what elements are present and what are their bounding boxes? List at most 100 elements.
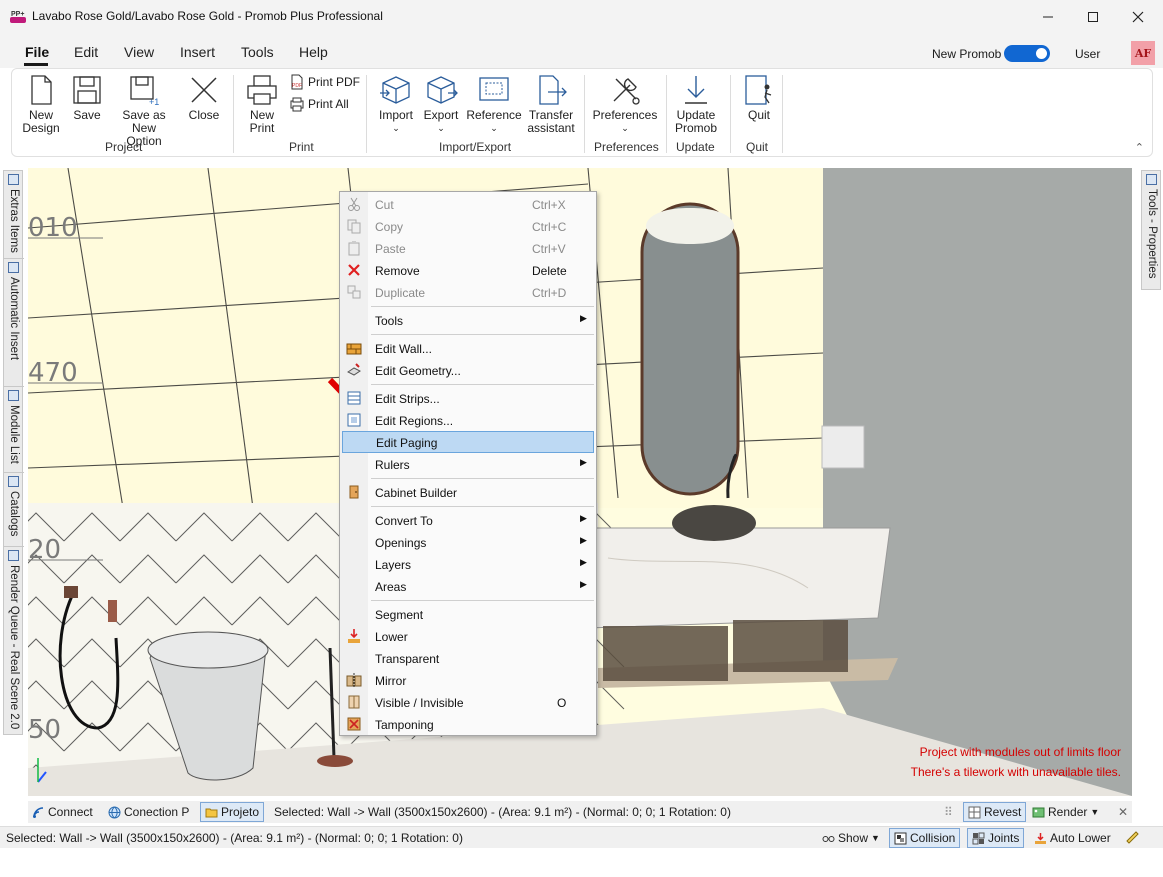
new-design-button[interactable]: New Design xyxy=(22,73,60,135)
submenu-arrow-icon: ▶ xyxy=(580,579,587,589)
menu-item-visible-invisible[interactable]: Visible / Invisible O xyxy=(342,691,594,713)
user-label[interactable]: User xyxy=(1075,47,1100,61)
title-bar: PP+ Lavabo Rose Gold/Lavabo Rose Gold - … xyxy=(0,0,1163,34)
mirror-icon xyxy=(346,673,362,687)
maximize-button[interactable] xyxy=(1070,0,1116,34)
menu-item-tools[interactable]: Tools ▶ xyxy=(342,309,594,331)
menu-insert[interactable]: Insert xyxy=(180,44,215,60)
tab-tools-properties[interactable]: Tools - Properties xyxy=(1142,171,1162,289)
transfer-assistant-label: Transfer assistant xyxy=(527,108,575,135)
import-button[interactable]: Import ⌄ xyxy=(375,73,417,135)
catalogs-icon xyxy=(8,476,19,487)
menu-item-remove[interactable]: Remove Delete xyxy=(342,259,594,281)
menu-item-edit-wall[interactable]: Edit Wall... xyxy=(342,337,594,359)
group-label-update: Update xyxy=(676,140,715,154)
menu-item-label: Segment xyxy=(375,608,424,622)
tab-module-list[interactable]: Module List xyxy=(4,387,24,473)
menu-item-duplicate[interactable]: Duplicate Ctrl+D xyxy=(342,281,594,303)
menu-edit[interactable]: Edit xyxy=(74,44,98,60)
tab-label: Catalogs xyxy=(8,491,20,537)
menu-item-edit-strips[interactable]: Edit Strips... xyxy=(342,387,594,409)
tab-automatic-insert[interactable]: Automatic Insert xyxy=(4,259,24,387)
menu-separator xyxy=(371,334,594,335)
transfer-assistant-button[interactable]: Transfer assistant xyxy=(525,73,577,135)
update-promob-button[interactable]: Update Promob xyxy=(672,73,720,135)
menu-item-edit-geometry[interactable]: Edit Geometry... xyxy=(342,359,594,381)
menu-item-cut[interactable]: Cut Ctrl+X xyxy=(342,193,594,215)
projeto-button[interactable]: Projeto xyxy=(200,802,265,822)
collapse-ribbon-icon[interactable]: ⌃ xyxy=(1135,141,1144,154)
preferences-dropdown-icon: ⌄ xyxy=(621,123,629,133)
print-all-button[interactable]: Print All xyxy=(289,96,349,112)
menu-item-layers[interactable]: Layers ▶ xyxy=(342,553,594,575)
menu-item-transparent[interactable]: Transparent xyxy=(342,647,594,669)
joints-toggle[interactable]: Joints xyxy=(967,828,1025,848)
new-promob-toggle[interactable] xyxy=(1004,45,1050,62)
preferences-button[interactable]: Preferences ⌄ xyxy=(592,73,658,135)
export-button[interactable]: Export ⌄ xyxy=(420,73,462,135)
auto-lower-label: Auto Lower xyxy=(1050,831,1111,845)
avatar[interactable]: AF xyxy=(1131,41,1155,65)
conection-p-button[interactable]: Conection P xyxy=(108,805,189,819)
group-divider xyxy=(584,75,585,153)
selection-info: Selected: Wall -> Wall (3500x150x2600) -… xyxy=(6,831,463,845)
menu-item-convert-to[interactable]: Convert To ▶ xyxy=(342,509,594,531)
module-list-icon xyxy=(8,390,19,401)
connect-icon xyxy=(33,806,44,818)
group-divider xyxy=(666,75,667,153)
collision-label: Collision xyxy=(910,831,956,845)
menu-item-edit-regions[interactable]: Edit Regions... xyxy=(342,409,594,431)
menu-item-edit-paging[interactable]: Edit Paging xyxy=(342,431,594,453)
submenu-arrow-icon: ▶ xyxy=(580,313,587,323)
menu-help[interactable]: Help xyxy=(299,44,328,60)
menu-item-paste[interactable]: Paste Ctrl+V xyxy=(342,237,594,259)
menu-view[interactable]: View xyxy=(124,44,154,60)
main-status-bar: Selected: Wall -> Wall (3500x150x2600) -… xyxy=(0,826,1163,848)
menu-item-mirror[interactable]: Mirror xyxy=(342,669,594,691)
print-all-label: Print All xyxy=(308,97,349,111)
close-panel-icon[interactable]: ✕ xyxy=(1118,805,1128,819)
menu-file[interactable]: File xyxy=(25,44,49,60)
show-button[interactable]: Show ▼ xyxy=(822,831,880,845)
measure-tool-button[interactable] xyxy=(1126,831,1139,844)
menu-tools[interactable]: Tools xyxy=(241,44,274,60)
revest-button[interactable]: Revest xyxy=(963,802,1027,822)
tab-catalogs[interactable]: Catalogs xyxy=(4,473,24,547)
group-divider xyxy=(782,75,783,153)
save-as-new-option-button[interactable]: +1 Save as New Option xyxy=(109,73,179,148)
render-button[interactable]: Render ▼ xyxy=(1032,805,1099,819)
menu-item-areas[interactable]: Areas ▶ xyxy=(342,575,594,597)
render-dropdown-icon[interactable]: ▼ xyxy=(1090,807,1099,817)
automatic-insert-icon xyxy=(8,262,19,273)
menu-item-copy[interactable]: Copy Ctrl+C xyxy=(342,215,594,237)
cabinet-icon xyxy=(349,485,359,499)
menu-item-cabinet-builder[interactable]: Cabinet Builder xyxy=(342,481,594,503)
menu-item-tamponing[interactable]: Tamponing xyxy=(342,713,594,735)
tab-render-queue[interactable]: Render Queue - Real Scene 2.0 xyxy=(4,547,24,734)
auto-lower-toggle[interactable]: Auto Lower xyxy=(1034,831,1111,845)
print-all-icon xyxy=(290,97,304,112)
menu-item-label: Edit Regions... xyxy=(375,414,454,428)
collision-toggle[interactable]: Collision xyxy=(889,828,961,848)
tab-extras-items[interactable]: Extras Items xyxy=(4,171,24,259)
menu-item-segment[interactable]: Segment xyxy=(342,603,594,625)
menu-item-lower[interactable]: Lower xyxy=(342,625,594,647)
print-pdf-button[interactable]: PDF Print PDF xyxy=(289,74,360,90)
new-print-button[interactable]: New Print xyxy=(244,73,280,135)
pdf-icon: PDF xyxy=(291,74,303,90)
save-button[interactable]: Save xyxy=(70,73,104,122)
close-design-button[interactable]: Close xyxy=(187,73,221,122)
ruler-icon xyxy=(1126,831,1139,844)
minimize-button[interactable] xyxy=(1025,0,1071,34)
menu-item-rulers[interactable]: Rulers ▶ xyxy=(342,453,594,475)
reference-button[interactable]: Reference ⌄ xyxy=(466,73,522,135)
menu-item-openings[interactable]: Openings ▶ xyxy=(342,531,594,553)
menu-item-label: Edit Paging xyxy=(376,436,438,450)
quit-button[interactable]: Quit xyxy=(742,73,776,122)
menu-separator xyxy=(371,506,594,507)
menu-item-label: Areas xyxy=(375,580,407,594)
right-side-panel-tabs: Tools - Properties xyxy=(1141,170,1161,290)
connect-button[interactable]: Connect xyxy=(32,805,93,819)
menu-item-label: Paste xyxy=(375,242,406,256)
close-window-button[interactable] xyxy=(1115,0,1161,34)
